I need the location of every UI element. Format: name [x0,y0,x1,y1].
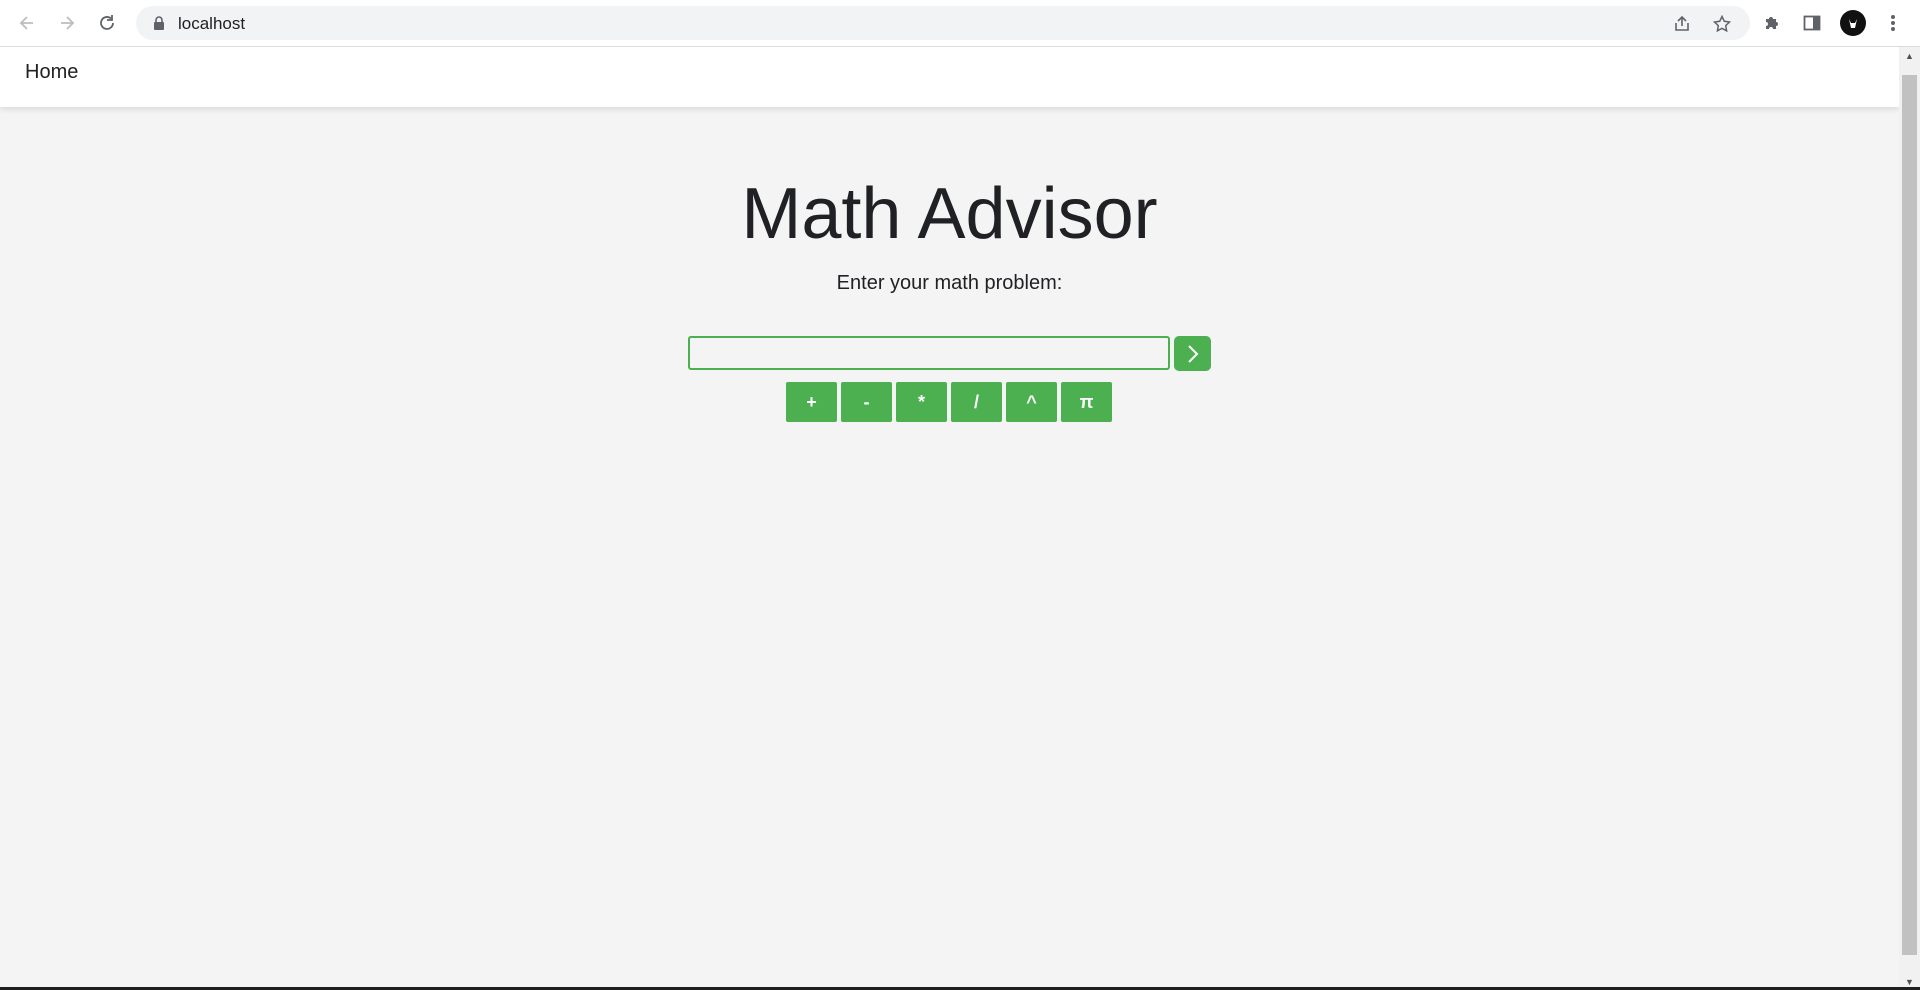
vertical-scrollbar[interactable]: ▲ ▼ [1899,47,1920,990]
multiply-operator-button[interactable]: * [896,382,947,422]
reload-button[interactable] [93,9,121,37]
home-link[interactable]: Home [25,61,78,84]
power-operator-button[interactable]: ^ [1006,382,1057,422]
browser-menu-icon[interactable] [1881,11,1905,35]
back-arrow-icon [19,16,33,30]
operator-buttons: + - * / ^ π [786,382,1116,422]
address-bar[interactable]: localhost [136,6,1750,40]
chevron-right-icon [1187,344,1198,363]
page-content: Home Math Advisor Enter your math proble… [0,47,1899,990]
page-title: Math Advisor [741,174,1158,254]
lock-icon [154,16,164,30]
extensions-puzzle-icon[interactable] [1760,11,1784,35]
math-problem-input[interactable] [688,336,1170,370]
reload-icon [100,15,114,30]
url-text: localhost [178,14,246,33]
scrollbar-thumb[interactable] [1902,75,1917,955]
profile-avatar[interactable] [1840,10,1866,36]
side-panel-icon[interactable] [1800,11,1824,35]
bookmark-star-icon[interactable] [1712,14,1732,34]
share-icon[interactable] [1672,14,1692,34]
pi-button[interactable]: π [1061,382,1112,422]
minus-operator-button[interactable]: - [841,382,892,422]
forward-button[interactable] [53,9,81,37]
back-button[interactable] [13,9,41,37]
divide-operator-button[interactable]: / [951,382,1002,422]
scroll-up-icon[interactable]: ▲ [1899,47,1920,64]
forward-arrow-icon [61,16,75,30]
site-navbar: Home [0,47,1899,107]
browser-toolbar: localhost [0,0,1920,47]
problem-prompt: Enter your math problem: [836,272,1063,294]
submit-button[interactable] [1174,336,1211,371]
avatar-icon [1849,19,1857,28]
plus-operator-button[interactable]: + [786,382,837,422]
